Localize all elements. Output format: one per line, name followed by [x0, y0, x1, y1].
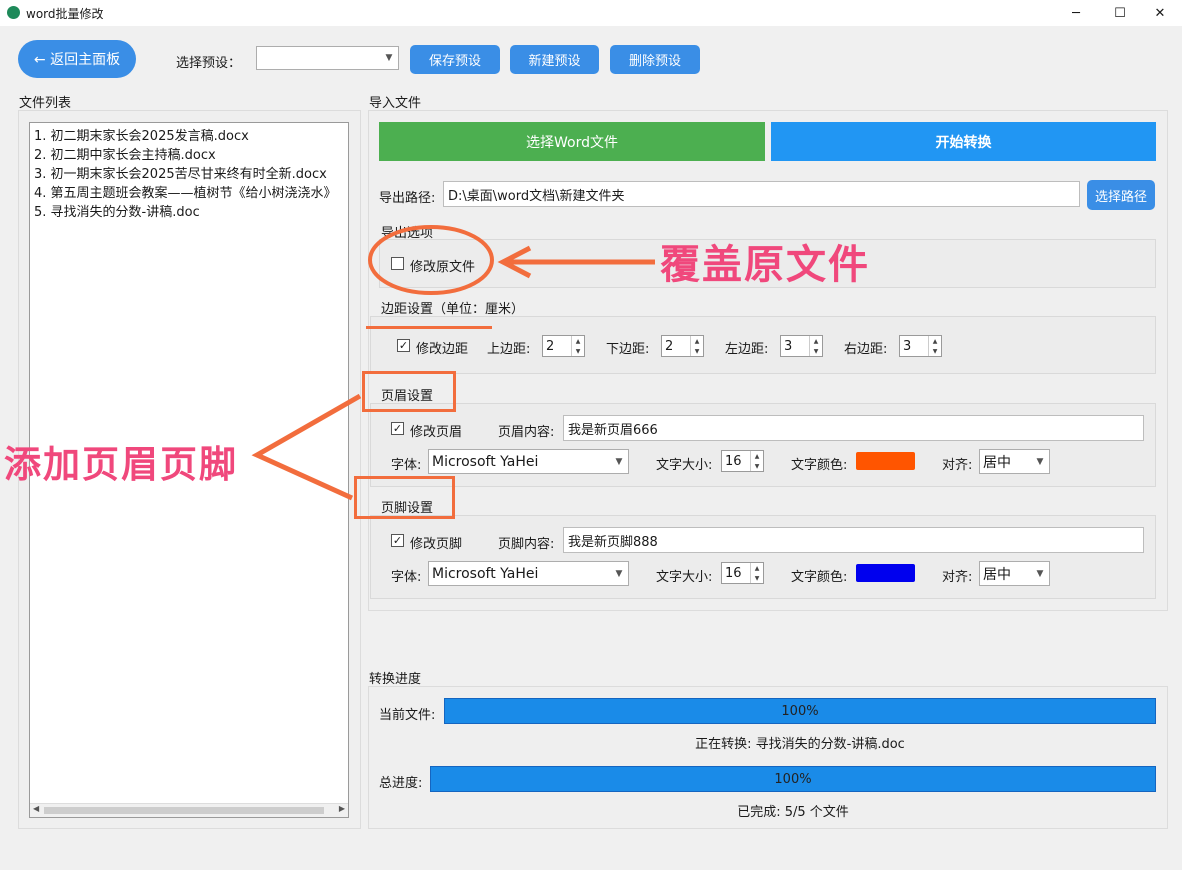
annotation-circle [368, 225, 494, 295]
annotation-header-footer-text: 添加页眉页脚 [4, 443, 238, 486]
annotation-bracket-arrow [251, 393, 362, 501]
annotation-box-footer [354, 476, 455, 519]
annotation-underline [366, 326, 492, 329]
annotation-overwrite-text: 覆盖原文件 [660, 242, 870, 288]
annotation-box-header [362, 371, 456, 412]
